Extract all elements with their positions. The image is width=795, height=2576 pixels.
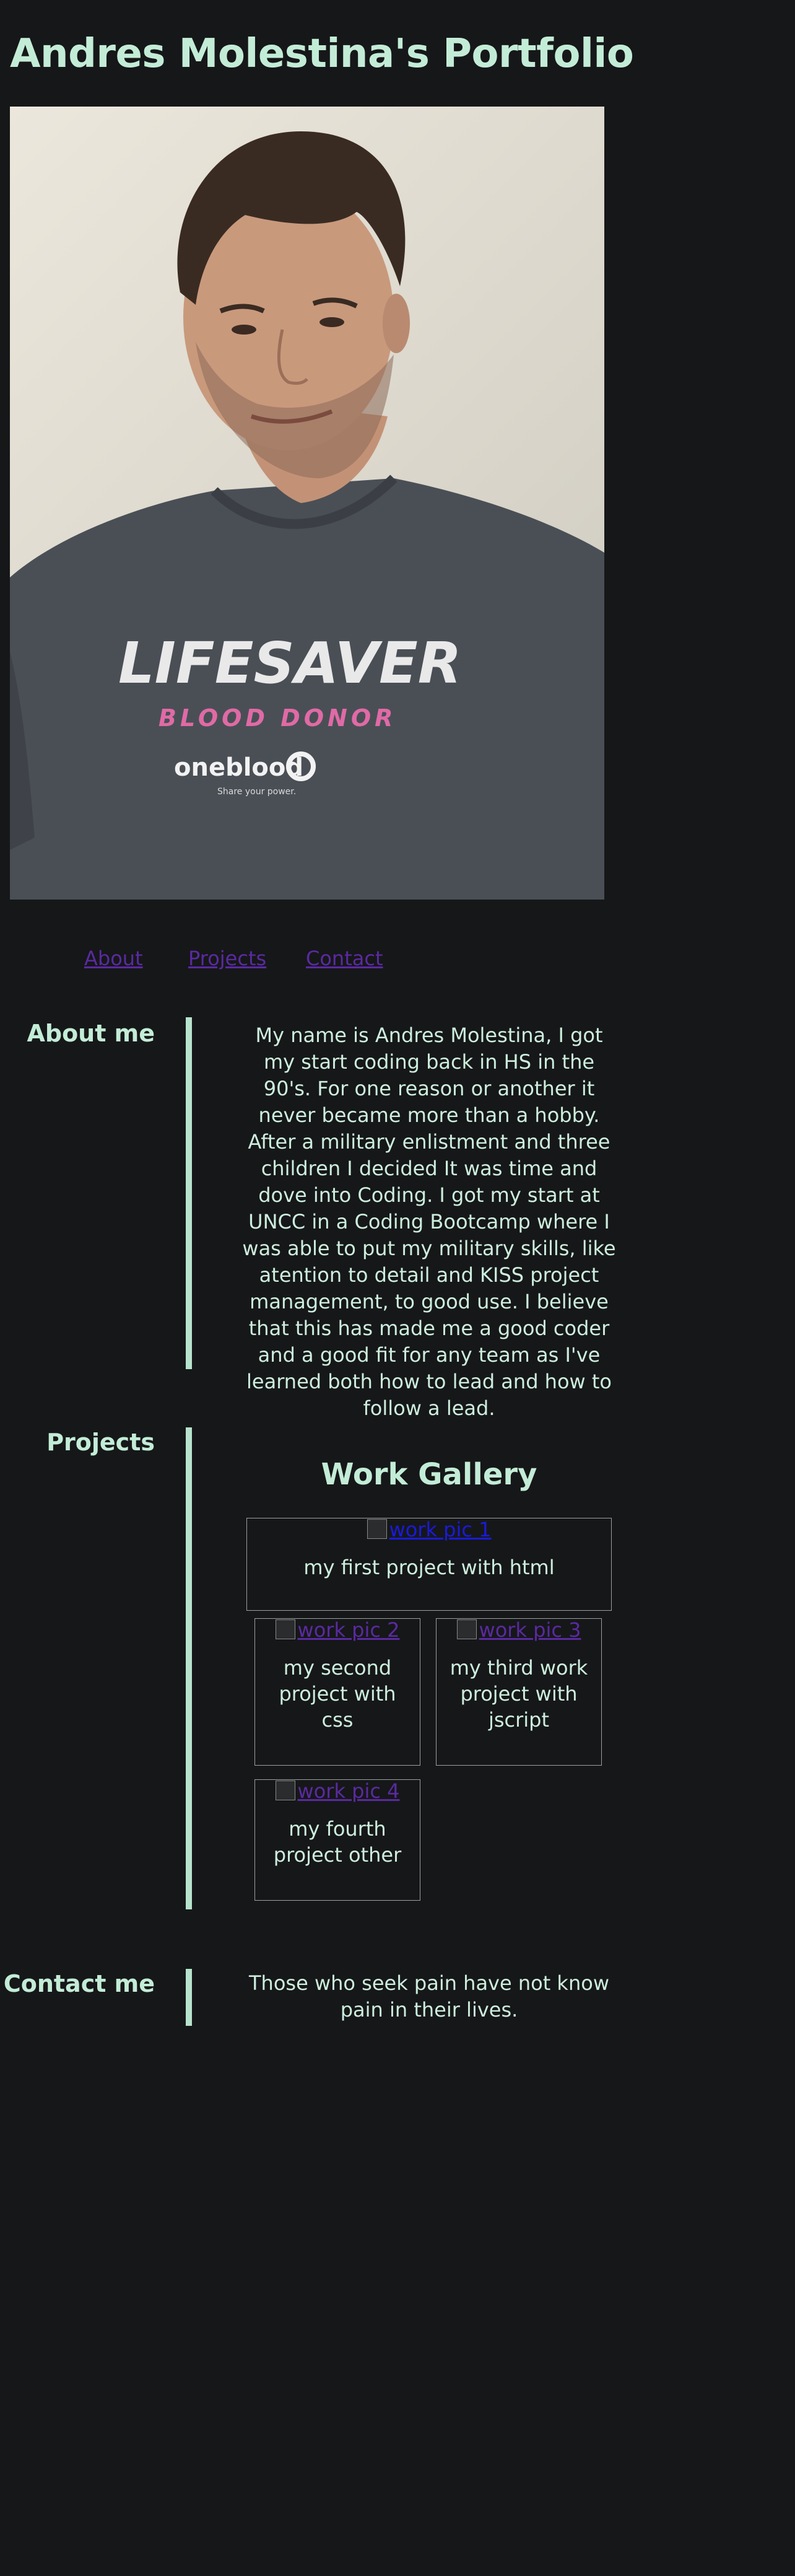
shirt-lettering: LIFESAVER xyxy=(118,630,462,696)
main-nav: About Projects Contact xyxy=(0,947,795,971)
project-card-1: work pic 1 my first project with html xyxy=(246,1518,612,1611)
project-caption-1: my first project with html xyxy=(303,1556,555,1579)
contact-heading: Contact me xyxy=(3,1970,155,1997)
project-image-link-4[interactable]: work pic 4 xyxy=(255,1780,420,1802)
about-divider xyxy=(186,1017,192,1369)
page-title: Andres Molestina's Portfolio xyxy=(10,31,634,77)
svg-text:oneblood: oneblood xyxy=(174,753,303,782)
project-caption-2: my second project with css xyxy=(279,1656,396,1732)
svg-text:Share your power.: Share your power. xyxy=(217,787,296,797)
nav-link-about[interactable]: About xyxy=(84,947,143,970)
nav-link-projects[interactable]: Projects xyxy=(188,947,266,970)
projects-divider xyxy=(186,1427,192,1909)
project-image-link-3[interactable]: work pic 3 xyxy=(437,1619,601,1641)
contact-divider xyxy=(186,1969,192,2026)
nav-link-contact[interactable]: Contact xyxy=(306,947,383,970)
about-heading: About me xyxy=(27,1020,155,1047)
projects-heading: Projects xyxy=(46,1429,155,1456)
project-card-2: work pic 2 my second project with css xyxy=(254,1618,420,1766)
project-image-link-2[interactable]: work pic 2 xyxy=(255,1619,420,1641)
project-caption-4: my fourth project other xyxy=(273,1817,402,1867)
project-caption-3: my third work project with jscript xyxy=(450,1656,588,1732)
contact-text: Those who seek pain have not know pain i… xyxy=(249,1971,609,2022)
profile-photo: LIFESAVER BLOOD DONOR oneblood Share you… xyxy=(10,107,604,900)
svg-text:BLOOD DONOR: BLOOD DONOR xyxy=(159,704,396,732)
gallery-title: Work Gallery xyxy=(321,1457,537,1492)
project-image-link-1[interactable]: work pic 1 xyxy=(247,1518,611,1541)
project-card-3: work pic 3 my third work project with js… xyxy=(436,1618,602,1766)
project-card-4: work pic 4 my fourth project other xyxy=(254,1779,420,1901)
about-text: My name is Andres Molestina, I got my st… xyxy=(242,1023,616,1420)
profile-photo-illustration: LIFESAVER BLOOD DONOR oneblood Share you… xyxy=(10,131,604,900)
